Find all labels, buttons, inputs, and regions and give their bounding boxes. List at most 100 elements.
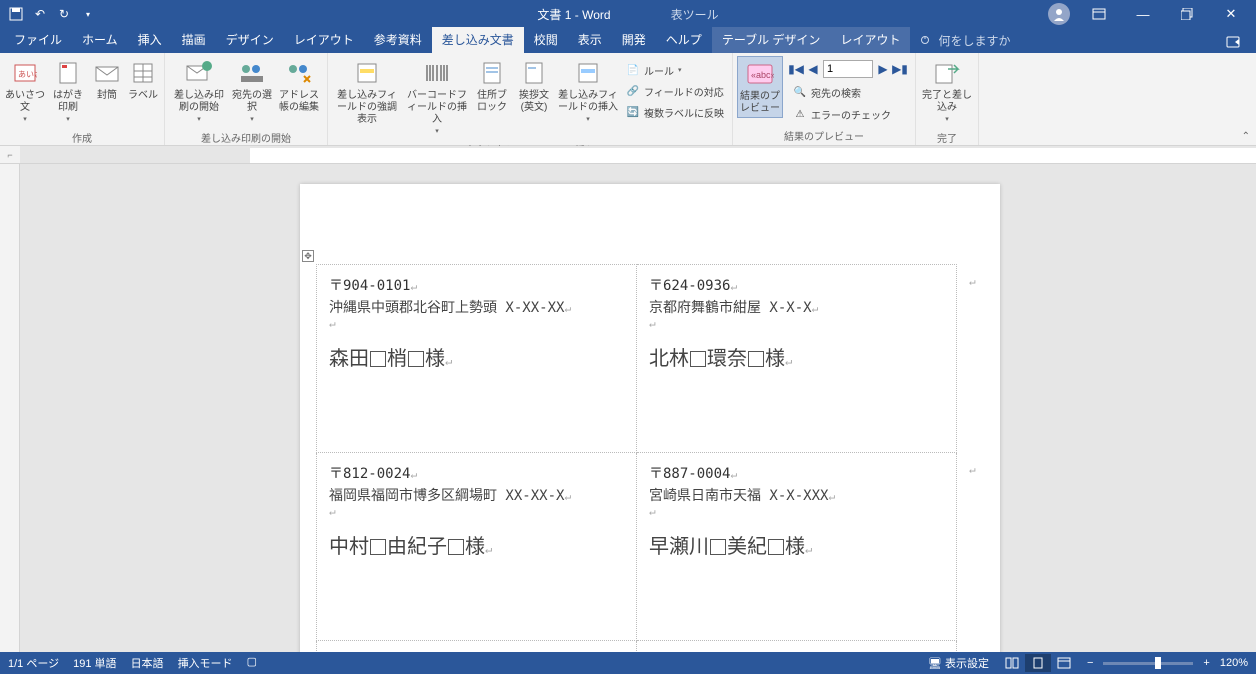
group-label-preview: 結果のプレビュー — [737, 126, 911, 145]
macro-record-icon[interactable]: ▢ — [247, 655, 257, 671]
tell-me-label: 何をしますか — [938, 32, 1010, 49]
display-settings-button[interactable]: 🖥 表示設定 — [928, 655, 989, 671]
greeting-en-icon — [524, 58, 544, 88]
next-record-button[interactable]: ▶ — [876, 62, 890, 76]
svg-text:«abc»: «abc» — [751, 70, 774, 80]
tab-table-layout[interactable]: レイアウト — [830, 27, 910, 53]
label-cell[interactable]: 〒904-2153↵ — [317, 641, 637, 653]
tab-design[interactable]: デザイン — [216, 27, 284, 53]
start-mail-merge-button[interactable]: 差し込み印刷の開始▾ — [169, 56, 229, 128]
tab-home[interactable]: ホーム — [72, 27, 128, 53]
tab-layout[interactable]: レイアウト — [284, 27, 364, 53]
label-cell[interactable]: 〒887-0004↵ 宮崎県日南市天福 X-X-XXX↵ ↵ 早瀬川美紀様↵ — [637, 453, 957, 641]
print-layout-button[interactable] — [1025, 654, 1051, 672]
update-icon: 🔄 — [626, 105, 640, 119]
restore-button[interactable] — [1166, 0, 1208, 28]
match-fields-button[interactable]: 🔗フィールドの対応 — [622, 81, 728, 101]
document-title: 文書 1 - Word — [537, 6, 610, 23]
tab-insert[interactable]: 挿入 — [128, 27, 172, 53]
save-button[interactable] — [6, 4, 26, 24]
label-cell[interactable]: 〒624-0936↵ 京都府舞鶴市紺屋 X-X-X↵ ↵ 北林環奈様↵ — [637, 265, 957, 453]
tab-table-design[interactable]: テーブル デザイン — [712, 27, 831, 53]
share-button[interactable] — [1212, 31, 1256, 53]
highlight-fields-button[interactable]: 差し込みフィールドの強調表示 — [332, 56, 402, 128]
preview-results-button[interactable]: «abc» 結果のプレビュー — [737, 56, 783, 118]
edit-recipients-button[interactable]: アドレス帳の編集 — [275, 56, 323, 116]
zoom-level[interactable]: 120% — [1220, 657, 1248, 669]
user-avatar[interactable] — [1048, 3, 1070, 25]
postcard-print-button[interactable]: はがき印刷▾ — [48, 56, 88, 128]
tab-view[interactable]: 表示 — [568, 27, 612, 53]
status-words[interactable]: 191 単語 — [73, 655, 116, 671]
undo-button[interactable]: ↶ — [30, 4, 50, 24]
tab-developer[interactable]: 開発 — [612, 27, 656, 53]
check-icon: ⚠ — [793, 107, 807, 121]
highlight-icon — [355, 58, 379, 88]
tab-references[interactable]: 参考資料 — [364, 27, 432, 53]
preview-icon: «abc» — [746, 59, 774, 89]
envelope-button[interactable]: 封筒 — [90, 56, 124, 116]
ribbon: あいさつ あいさつ文▾ はがき印刷▾ 封筒 ラベル 作成 差し込み印刷の開始▾ — [0, 53, 1256, 146]
update-labels-button[interactable]: 🔄複数ラベルに反映 — [622, 102, 728, 122]
prev-record-button[interactable]: ◀ — [806, 62, 820, 76]
label-cell[interactable]: 〒223-0059↵ — [637, 641, 957, 653]
qat-customize-button[interactable]: ▾ — [78, 4, 98, 24]
address-block-icon — [482, 58, 502, 88]
tell-me-search[interactable]: 何をしますか — [910, 28, 1020, 53]
view-mode-buttons — [999, 654, 1077, 672]
insert-merge-field-button[interactable]: 差し込みフィールドの挿入▾ — [556, 56, 620, 128]
barcode-icon — [424, 58, 450, 88]
label-cell[interactable]: 〒904-0101↵ 沖縄県中頭郡北谷町上勢頭 X-XX-XX↵ ↵ 森田梢様↵ — [317, 265, 637, 453]
match-icon: 🔗 — [626, 84, 640, 98]
vertical-ruler: ⌐ — [0, 146, 20, 652]
row-end — [957, 641, 989, 653]
barcode-field-button[interactable]: バーコードフィールドの挿入▾ — [404, 56, 470, 140]
finish-icon — [934, 58, 960, 88]
status-language[interactable]: 日本語 — [131, 655, 164, 671]
table-move-handle[interactable]: ✥ — [302, 250, 314, 262]
ribbon-group-create: あいさつ あいさつ文▾ はがき印刷▾ 封筒 ラベル 作成 — [0, 53, 165, 145]
ribbon-tabs: ファイル ホーム 挿入 描画 デザイン レイアウト 参考資料 差し込み文書 校閲… — [0, 28, 1256, 53]
ribbon-group-write: 差し込みフィールドの強調表示 バーコードフィールドの挿入▾ 住所ブロック 挨拶文… — [328, 53, 733, 145]
horizontal-ruler — [20, 146, 1256, 164]
label-cell[interactable]: 〒812-0024↵ 福岡県福岡市博多区綱場町 XX-XX-X↵ ↵ 中村由紀子… — [317, 453, 637, 641]
record-navigation: ▮◀ ◀ ▶ ▶▮ — [789, 58, 907, 80]
row-end: ↵ — [957, 453, 989, 641]
first-record-button[interactable]: ▮◀ — [789, 62, 803, 76]
redo-button[interactable]: ↻ — [54, 4, 74, 24]
tab-draw[interactable]: 描画 — [172, 27, 216, 53]
group-label-start: 差し込み印刷の開始 — [169, 128, 323, 147]
finish-merge-button[interactable]: 完了と差し込み▾ — [920, 56, 974, 128]
web-layout-button[interactable] — [1051, 654, 1077, 672]
last-record-button[interactable]: ▶▮ — [893, 62, 907, 76]
select-recipients-button[interactable]: 宛先の選択▾ — [231, 56, 273, 128]
status-page[interactable]: 1/1 ページ — [8, 655, 59, 671]
greeting-line-button[interactable]: あいさつ あいさつ文▾ — [4, 56, 46, 128]
record-number-input[interactable] — [823, 60, 873, 78]
zoom-in-button[interactable]: + — [1203, 657, 1209, 669]
check-errors-button[interactable]: ⚠エラーのチェック — [789, 104, 907, 124]
zoom-slider[interactable] — [1103, 662, 1193, 665]
zoom-out-button[interactable]: − — [1087, 657, 1093, 669]
ribbon-display-button[interactable] — [1078, 0, 1120, 28]
tab-help[interactable]: ヘルプ — [656, 27, 712, 53]
tab-file[interactable]: ファイル — [4, 27, 72, 53]
minimize-button[interactable]: — — [1122, 0, 1164, 28]
address-block-button[interactable]: 住所ブロック — [472, 56, 512, 116]
ruler-corner: ⌐ — [0, 146, 20, 164]
collapse-ribbon-button[interactable]: ⌃ — [1242, 131, 1250, 142]
find-recipient-button[interactable]: 🔍宛先の検索 — [789, 82, 907, 102]
title-bar: ↶ ↻ ▾ 文書 1 - Word 表ツール — ✕ — [0, 0, 1256, 28]
label-button[interactable]: ラベル — [126, 56, 160, 116]
greeting-line-en-button[interactable]: 挨拶文 (英文) — [514, 56, 554, 116]
read-mode-button[interactable] — [999, 654, 1025, 672]
group-label-create: 作成 — [4, 128, 160, 147]
rules-button[interactable]: 📄ルール ▾ — [622, 60, 728, 80]
status-mode[interactable]: 挿入モード — [178, 655, 233, 671]
document-scroll-area[interactable]: ✥ 〒904-0101↵ 沖縄県中頭郡北谷町上勢頭 X-XX-XX↵ ↵ 森田梢… — [20, 164, 1256, 652]
rules-icon: 📄 — [626, 63, 640, 77]
group-label-finish: 完了 — [920, 128, 974, 147]
tab-mailings[interactable]: 差し込み文書 — [432, 27, 524, 53]
close-button[interactable]: ✕ — [1210, 0, 1252, 28]
tab-review[interactable]: 校閲 — [524, 27, 568, 53]
